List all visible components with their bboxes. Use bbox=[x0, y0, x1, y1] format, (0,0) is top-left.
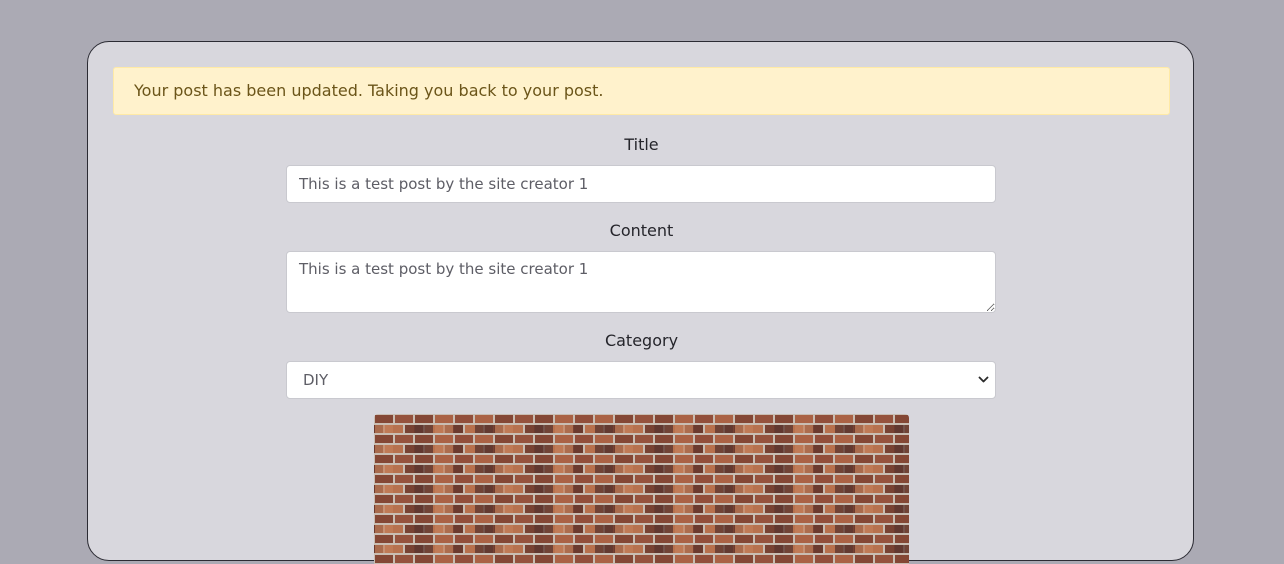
alert-message: Your post has been updated. Taking you b… bbox=[134, 81, 604, 100]
title-label: Title bbox=[624, 135, 659, 154]
brick-wall-image bbox=[374, 414, 909, 564]
category-label: Category bbox=[604, 331, 679, 350]
update-success-alert: Your post has been updated. Taking you b… bbox=[113, 67, 1170, 115]
category-selected-value: DIY bbox=[303, 371, 329, 389]
content-textarea[interactable]: This is a test post by the site creator … bbox=[286, 251, 996, 313]
post-image bbox=[374, 414, 909, 564]
title-input[interactable] bbox=[286, 165, 996, 203]
edit-post-card: Your post has been updated. Taking you b… bbox=[87, 41, 1194, 564]
chevron-down-icon bbox=[978, 376, 989, 383]
category-select[interactable]: DIY bbox=[286, 361, 996, 399]
content-label: Content bbox=[609, 221, 674, 240]
